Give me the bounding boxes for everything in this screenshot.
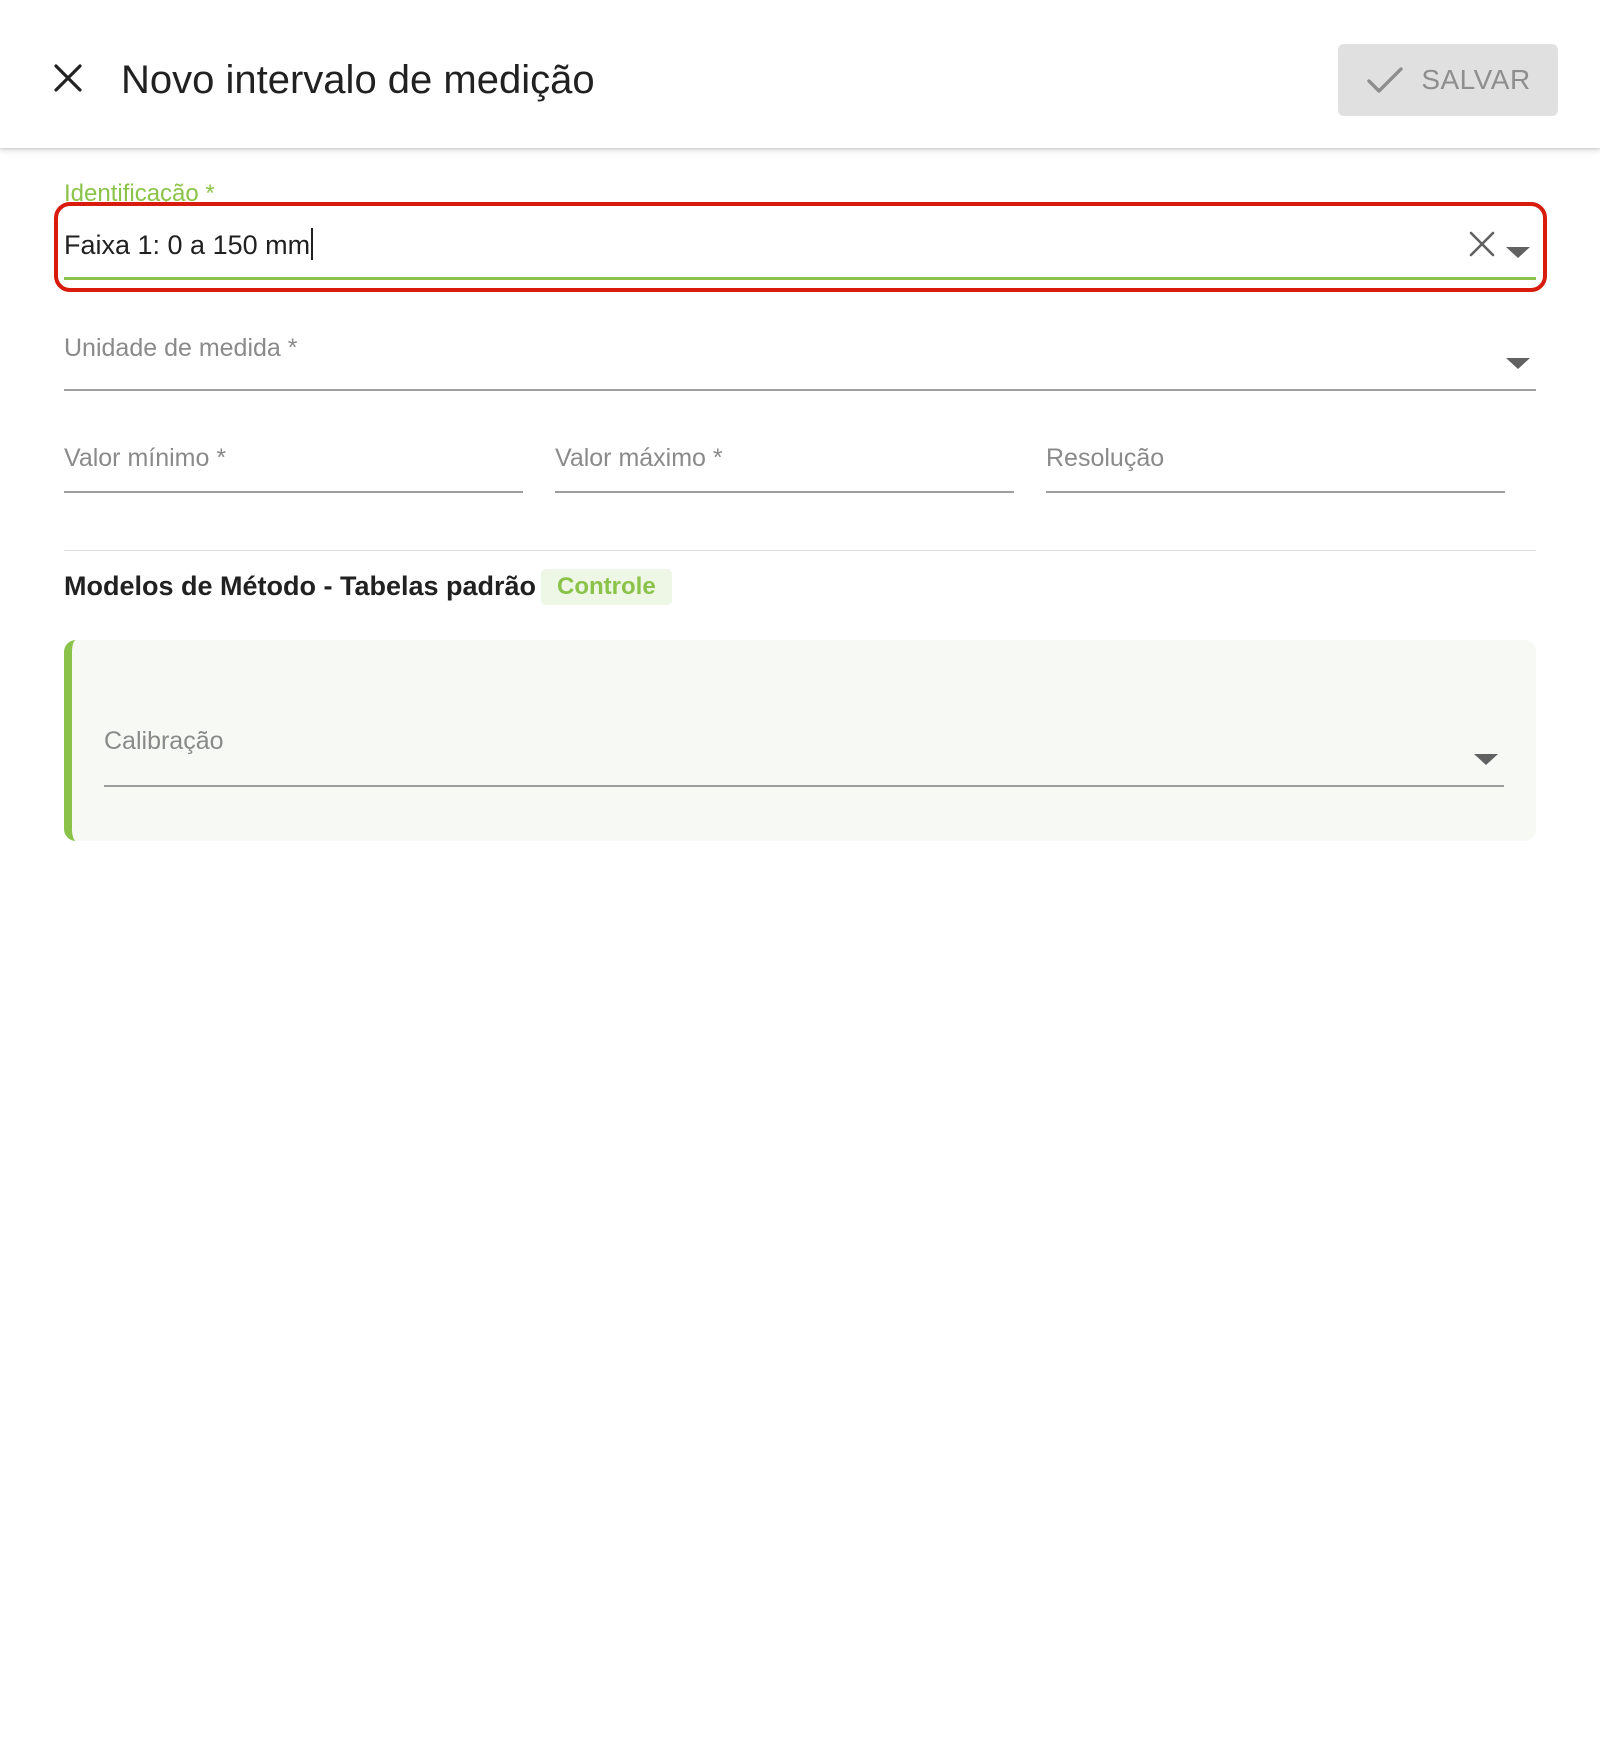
- calibracao-panel: [64, 640, 1536, 841]
- status-badge: Controle: [541, 569, 672, 605]
- unidade-medida-label: Unidade de medida *: [64, 334, 298, 362]
- section-divider: [64, 550, 1536, 551]
- identificacao-label: Identificação *: [64, 180, 215, 207]
- clear-icon: [1469, 231, 1495, 257]
- close-icon: [54, 64, 82, 92]
- calibracao-dropdown-arrow-icon[interactable]: [1474, 754, 1498, 765]
- page-title: Novo intervalo de medição: [121, 58, 595, 102]
- resolucao-input[interactable]: [1046, 491, 1505, 493]
- dialog-header: Novo intervalo de medição SALVAR: [0, 0, 1600, 148]
- calibracao-label: Calibração: [104, 727, 224, 755]
- unidade-medida-dropdown-arrow-icon[interactable]: [1506, 358, 1530, 369]
- valor-maximo-input[interactable]: [555, 491, 1014, 493]
- unidade-medida-select[interactable]: [64, 389, 1536, 391]
- close-button[interactable]: [44, 54, 92, 102]
- valor-maximo-label: Valor máximo *: [555, 444, 723, 472]
- save-button[interactable]: SALVAR: [1338, 44, 1558, 116]
- valor-minimo-input[interactable]: [64, 491, 523, 493]
- text-caret: [311, 228, 314, 260]
- identificacao-underline: [64, 277, 1536, 280]
- valor-minimo-label: Valor mínimo *: [64, 444, 227, 472]
- dialog: Novo intervalo de medição SALVAR Identif…: [0, 0, 1600, 1744]
- identificacao-input[interactable]: Faixa 1: 0 a 150 mm: [64, 228, 314, 262]
- resolucao-label: Resolução: [1046, 444, 1165, 472]
- identificacao-dropdown-arrow-icon[interactable]: [1506, 247, 1530, 258]
- identificacao-value: Faixa 1: 0 a 150 mm: [64, 230, 311, 260]
- section-title: Modelos de Método - Tabelas padrão: [64, 571, 537, 601]
- calibracao-select[interactable]: [104, 785, 1504, 787]
- clear-button[interactable]: [1466, 228, 1498, 260]
- check-icon: [1367, 67, 1404, 93]
- save-button-label: SALVAR: [1421, 64, 1531, 95]
